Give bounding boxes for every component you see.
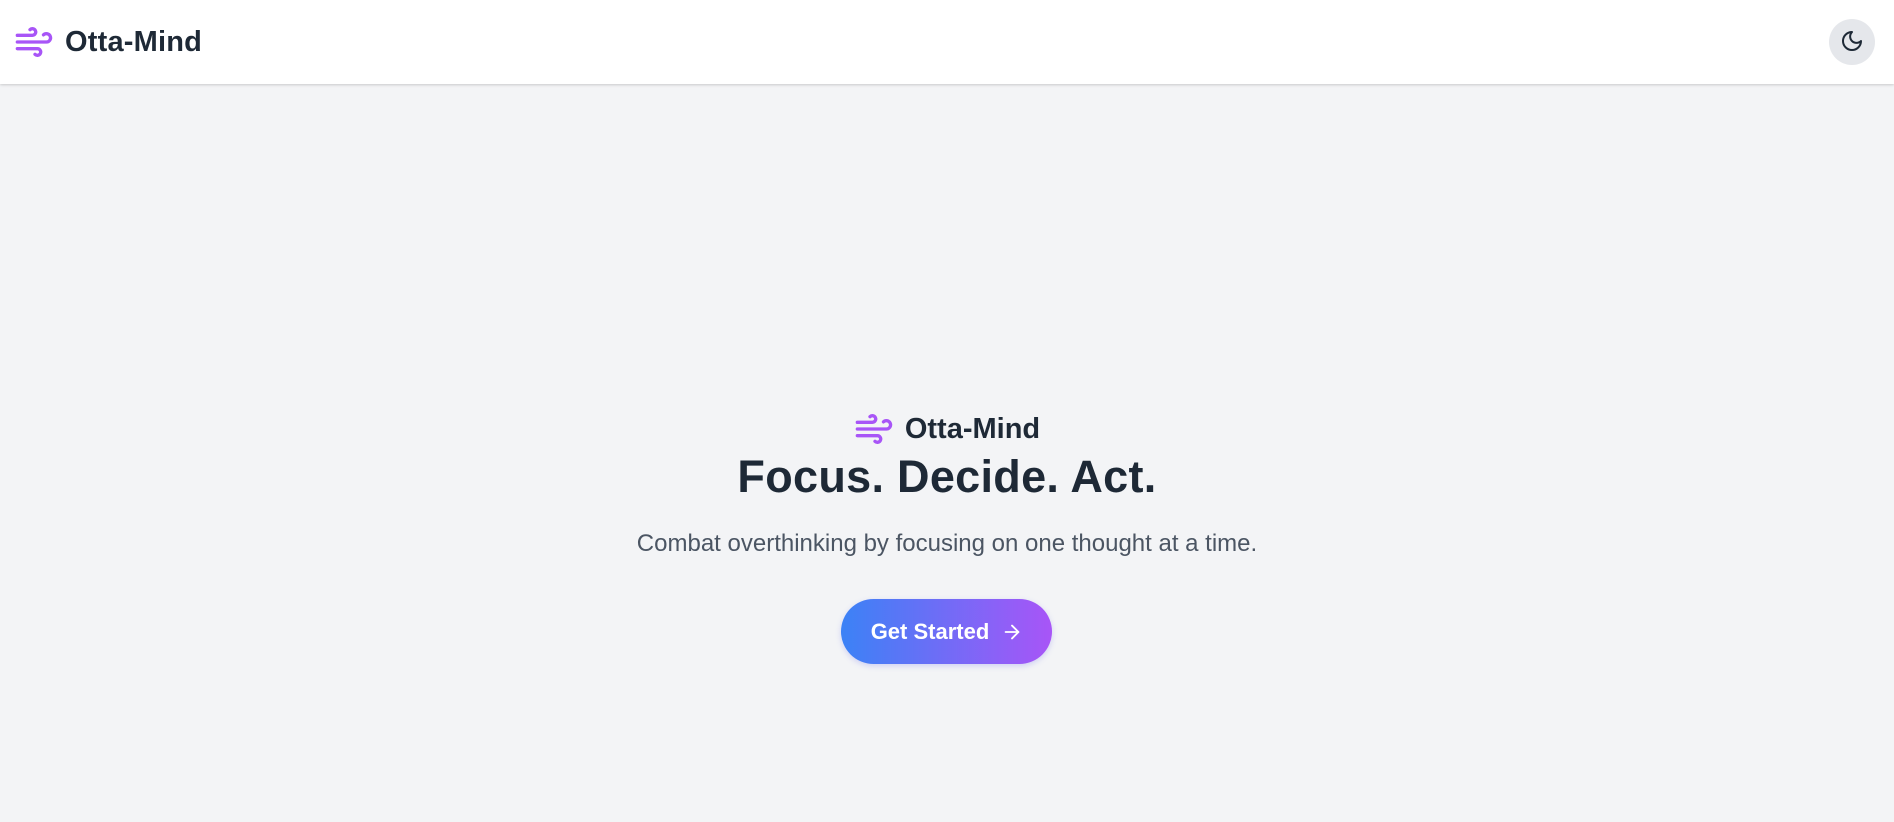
- get-started-button[interactable]: Get Started: [841, 599, 1053, 664]
- wind-icon: [854, 409, 894, 449]
- wind-icon: [14, 22, 54, 62]
- top-navbar: Otta-Mind: [0, 0, 1894, 84]
- brand-logo-link[interactable]: Otta-Mind: [14, 22, 202, 62]
- hero-title: Focus. Decide. Act.: [737, 451, 1157, 502]
- hero-brand-name: Otta-Mind: [904, 412, 1041, 445]
- theme-toggle-button[interactable]: [1829, 19, 1875, 65]
- get-started-label: Get Started: [870, 618, 990, 644]
- hero-subtitle: Combat overthinking by focusing on one t…: [636, 530, 1258, 557]
- hero-section: Otta-Mind Focus. Decide. Act. Combat ove…: [637, 413, 1257, 664]
- hero-brand: Otta-Mind: [854, 413, 1040, 445]
- moon-icon: [1840, 29, 1864, 56]
- brand-name: Otta-Mind: [65, 25, 203, 58]
- main-content: Otta-Mind Focus. Decide. Act. Combat ove…: [0, 84, 1894, 822]
- arrow-right-icon: [1001, 621, 1023, 643]
